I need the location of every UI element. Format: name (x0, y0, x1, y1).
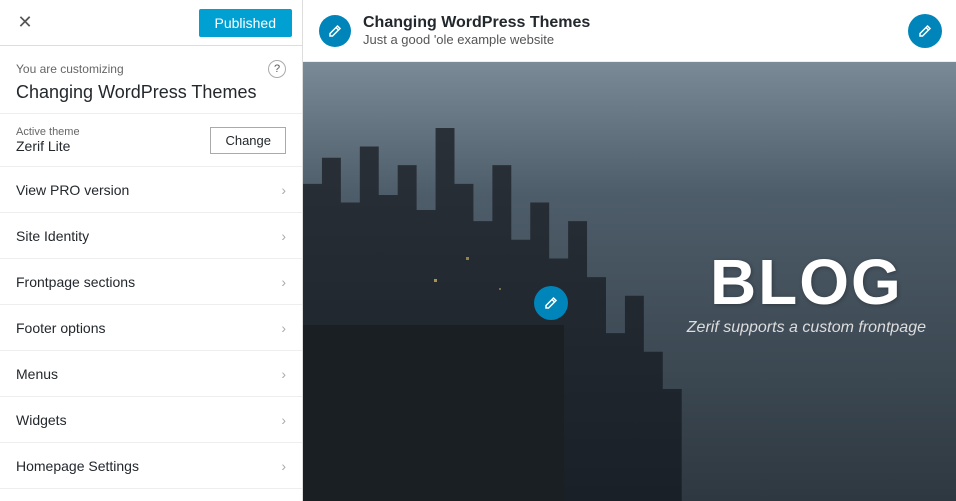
menu-item-label: Frontpage sections (16, 274, 135, 290)
pencil-icon-top-right (918, 24, 932, 38)
chevron-right-icon: › (281, 320, 286, 336)
preview-panel: Changing WordPress Themes Just a good 'o… (303, 0, 956, 501)
help-icon[interactable]: ? (268, 60, 286, 78)
preview-background: BLOG Zerif supports a custom frontpage (303, 62, 956, 501)
menu-item-menus[interactable]: Menus › (0, 351, 302, 397)
menu-item-footer-options[interactable]: Footer options › (0, 305, 302, 351)
active-theme-section: Active theme Zerif Lite Change (0, 114, 302, 167)
blog-subtitle: Zerif supports a custom frontpage (687, 319, 926, 337)
chevron-right-icon: › (281, 182, 286, 198)
menu-item-label: Site Identity (16, 228, 89, 244)
blog-title: BLOG (687, 245, 926, 319)
customizing-section: You are customizing ? Changing WordPress… (0, 46, 302, 114)
theme-info: Active theme Zerif Lite (16, 126, 80, 154)
theme-name: Zerif Lite (16, 138, 80, 154)
change-theme-button[interactable]: Change (210, 127, 286, 154)
chevron-right-icon: › (281, 366, 286, 382)
menu-item-widgets[interactable]: Widgets › (0, 397, 302, 443)
preview-site-tagline: Just a good 'ole example website (363, 32, 590, 47)
close-button[interactable]: ✕ (10, 8, 40, 38)
menu-item-label: View PRO version (16, 182, 129, 198)
top-right-edit-button[interactable] (908, 14, 942, 48)
window-light (499, 288, 501, 290)
chevron-right-icon: › (281, 228, 286, 244)
edit-circle-icon[interactable] (319, 15, 351, 47)
menu-item-label: Widgets (16, 412, 67, 428)
chevron-right-icon: › (281, 274, 286, 290)
preview-content: BLOG Zerif supports a custom frontpage (687, 245, 926, 337)
menu-item-view-pro[interactable]: View PRO version › (0, 167, 302, 213)
menu-item-frontpage-sections[interactable]: Frontpage sections › (0, 259, 302, 305)
menu-item-label: Footer options (16, 320, 106, 336)
preview-topbar: Changing WordPress Themes Just a good 'o… (303, 0, 956, 62)
center-edit-button[interactable] (534, 286, 568, 320)
pencil-icon-center (544, 296, 558, 310)
preview-site-title: Changing WordPress Themes (363, 14, 590, 32)
close-icon: ✕ (17, 12, 32, 33)
foreground-dark (303, 325, 564, 501)
window-light (466, 257, 469, 260)
customizer-panel: ✕ Published You are customizing ? Changi… (0, 0, 303, 501)
preview-site-info: Changing WordPress Themes Just a good 'o… (363, 14, 590, 47)
menu-item-site-identity[interactable]: Site Identity › (0, 213, 302, 259)
header-bar: ✕ Published (0, 0, 302, 46)
menu-item-label: Menus (16, 366, 58, 382)
pencil-icon (328, 24, 342, 38)
customizing-text: You are customizing (16, 62, 124, 76)
customizing-site-title: Changing WordPress Themes (16, 82, 286, 103)
menu-item-homepage-settings[interactable]: Homepage Settings › (0, 443, 302, 489)
menu-list: View PRO version › Site Identity › Front… (0, 167, 302, 501)
window-light (434, 279, 437, 282)
chevron-right-icon: › (281, 412, 286, 428)
chevron-right-icon: › (281, 458, 286, 474)
published-button[interactable]: Published (199, 9, 293, 37)
customizing-label: You are customizing ? (16, 60, 286, 78)
menu-item-label: Homepage Settings (16, 458, 139, 474)
active-theme-label: Active theme (16, 126, 80, 138)
